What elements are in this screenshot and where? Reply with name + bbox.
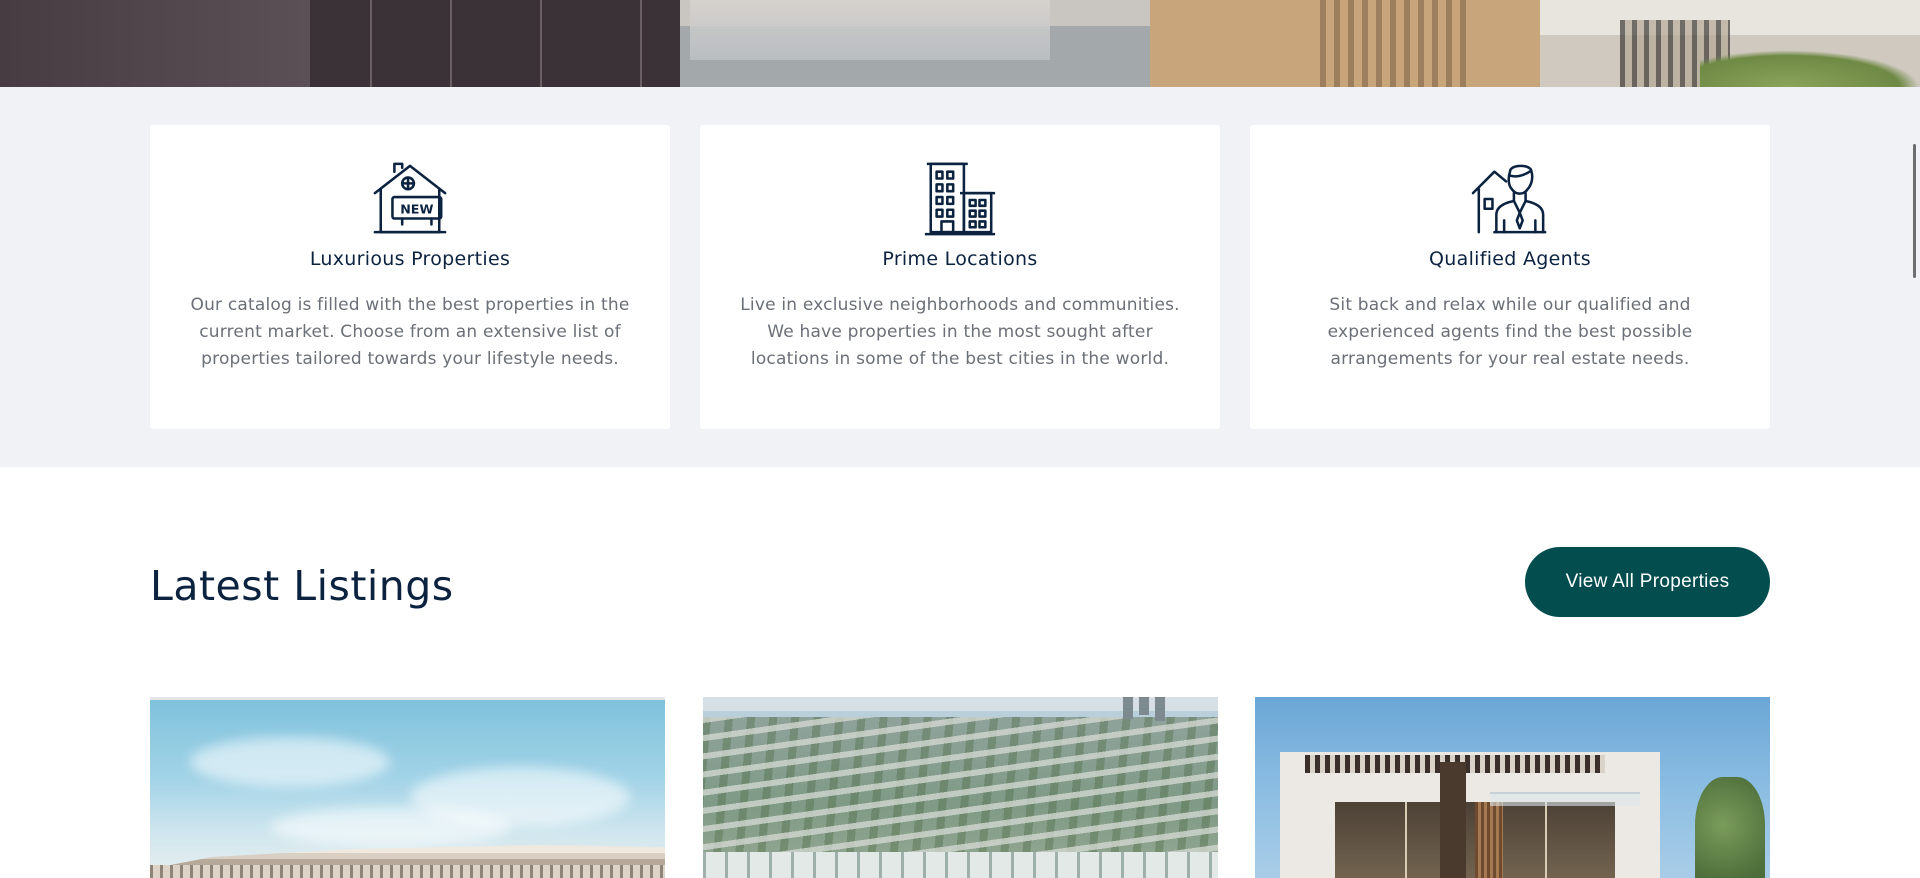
listing-card-image[interactable] — [1255, 697, 1770, 878]
new-property-house-icon: NEW — [150, 160, 670, 238]
feature-card-qualified-agents: Qualified Agents Sit back and relax whil… — [1250, 125, 1770, 429]
listing-card-image[interactable] — [703, 697, 1218, 878]
hero-image — [0, 0, 1920, 87]
feature-description: Sit back and relax while our qualified a… — [1327, 295, 1693, 369]
feature-card-luxurious-properties: NEW Luxurious Properties Our catalog is … — [150, 125, 670, 429]
feature-title: Luxurious Properties — [309, 248, 511, 270]
page-scrollbar[interactable] — [1908, 0, 1920, 878]
feature-card-prime-locations: Prime Locations Live in exclusive neighb… — [700, 125, 1220, 429]
feature-description: Live in exclusive neighborhoods and comm… — [740, 295, 1180, 369]
feature-description: Our catalog is filled with the best prop… — [190, 295, 630, 369]
listing-card-image[interactable] — [150, 697, 665, 878]
city-buildings-icon — [700, 160, 1220, 238]
real-estate-agent-icon — [1250, 160, 1770, 238]
feature-title: Qualified Agents — [1429, 248, 1591, 270]
features-section: NEW Luxurious Properties Our catalog is … — [0, 87, 1920, 467]
section-title: Latest Listings — [150, 562, 454, 610]
svg-text:NEW: NEW — [400, 202, 433, 217]
scrollbar-thumb[interactable] — [1913, 144, 1916, 278]
feature-title: Prime Locations — [882, 248, 1038, 270]
view-all-properties-button[interactable]: View All Properties — [1525, 547, 1770, 617]
